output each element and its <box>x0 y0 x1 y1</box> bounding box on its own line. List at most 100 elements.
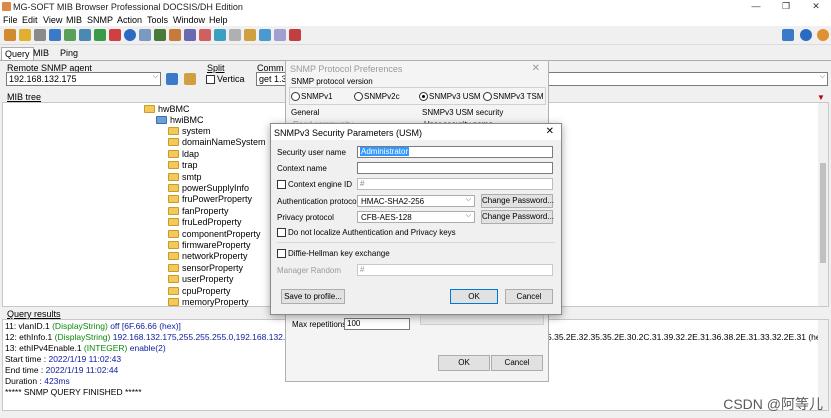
tree-node-userProperty[interactable]: userProperty <box>168 274 234 284</box>
tree-node-cpuProperty[interactable]: cpuProperty <box>168 286 231 296</box>
chart-icon[interactable] <box>154 29 166 41</box>
tree-node-label: firmwareProperty <box>182 240 251 250</box>
refresh-icon[interactable] <box>94 29 106 41</box>
agent-properties-icon[interactable] <box>166 73 178 85</box>
close-icon[interactable]: ✕ <box>546 126 554 137</box>
radio-snmpv3-tsm[interactable] <box>483 92 492 101</box>
menu-tools[interactable]: Tools <box>147 15 168 25</box>
save-icon[interactable] <box>229 29 241 41</box>
tree-node-firmwareProperty[interactable]: firmwareProperty <box>168 240 251 250</box>
trap-icon[interactable] <box>109 29 121 41</box>
tree-node-child[interactable]: hwiBMC <box>156 115 204 125</box>
tree-node-networkProperty[interactable]: networkProperty <box>168 251 248 261</box>
priv-change-password-button[interactable]: Change Password... <box>481 210 554 224</box>
info-icon[interactable] <box>124 29 136 41</box>
window-list-icon[interactable] <box>782 29 794 41</box>
back-icon[interactable] <box>289 29 301 41</box>
save-profile-button[interactable]: Save to profile... <box>281 289 345 304</box>
radio-snmpv1[interactable] <box>291 92 300 101</box>
privacy-protocol-select[interactable]: CFB-AES-128 ⌵ <box>357 211 475 223</box>
tree-node-componentProperty[interactable]: componentProperty <box>168 229 261 239</box>
minimize-button[interactable]: — <box>744 0 768 13</box>
walk-icon[interactable] <box>64 29 76 41</box>
help-icon[interactable] <box>800 29 812 41</box>
table-icon[interactable] <box>139 29 151 41</box>
about-icon[interactable] <box>817 29 829 41</box>
tree-node-ldap[interactable]: ldap <box>168 149 199 159</box>
tab-ping[interactable]: Ping <box>57 47 81 60</box>
tree-node-fruPowerProperty[interactable]: fruPowerProperty <box>168 194 252 204</box>
no-localize-checkbox[interactable] <box>277 228 286 237</box>
tools-icon[interactable] <box>49 29 61 41</box>
notes-icon[interactable] <box>274 29 286 41</box>
auth-protocol-select[interactable]: HMAC-SHA2-256 ⌵ <box>357 195 475 207</box>
tab-mib[interactable]: MIB <box>30 47 52 60</box>
context-engine-label: Context engine ID <box>288 180 353 189</box>
tree-scroll-thumb[interactable] <box>820 163 826 263</box>
diffie-hellman-checkbox[interactable] <box>277 249 286 258</box>
close-button[interactable]: ✕ <box>804 0 828 13</box>
usm-group-label: SNMPv3 USM security <box>422 108 504 117</box>
usm-cancel-button[interactable]: Cancel <box>505 289 553 304</box>
folder-icon <box>168 218 179 227</box>
connect-icon[interactable] <box>4 29 16 41</box>
settings-icon[interactable] <box>244 29 256 41</box>
tree-node-root[interactable]: hwBMC <box>144 104 190 114</box>
tree-node-system[interactable]: system <box>168 126 211 136</box>
menu-action[interactable]: Action <box>117 15 142 25</box>
stop-icon[interactable] <box>34 29 46 41</box>
tree-node-fruLedProperty[interactable]: fruLedProperty <box>168 217 242 227</box>
help-context-icon[interactable] <box>19 29 31 41</box>
globe-icon[interactable] <box>214 29 226 41</box>
usm-ok-button[interactable]: OK <box>450 289 498 304</box>
tree-icon[interactable] <box>79 29 91 41</box>
prefs-cancel-button[interactable]: Cancel <box>491 355 543 371</box>
result-line-key: End time : <box>5 365 46 375</box>
tree-node-powerSupplyInfo[interactable]: powerSupplyInfo <box>168 183 249 193</box>
chevron-down-icon[interactable]: ⌵ <box>820 73 825 81</box>
maximize-button[interactable]: ❐ <box>774 0 798 13</box>
compile-icon[interactable] <box>199 29 211 41</box>
context-engine-field[interactable]: # <box>357 178 553 190</box>
tree-node-trap[interactable]: trap <box>168 160 198 170</box>
remote-agent-combobox[interactable]: 192.168.132.175 ⌵ <box>6 72 161 86</box>
tree-node-domainNameSystem[interactable]: domainNameSystem <box>168 137 266 147</box>
menu-window[interactable]: Window <box>173 15 205 25</box>
menu-view[interactable]: View <box>43 15 62 25</box>
security-user-field[interactable]: Administrator <box>357 146 553 158</box>
auth-change-password-button[interactable]: Change Password... <box>481 194 554 208</box>
folder-icon <box>168 138 179 147</box>
agent-icon[interactable] <box>169 29 181 41</box>
radio-snmpv2c[interactable] <box>354 92 363 101</box>
tree-node-memoryProperty[interactable]: memoryProperty <box>168 297 249 307</box>
menu-snmp[interactable]: SNMP <box>87 15 113 25</box>
menu-help[interactable]: Help <box>209 15 228 25</box>
tree-node-sensorProperty[interactable]: sensorProperty <box>168 263 243 273</box>
monitor-icon[interactable] <box>259 29 271 41</box>
security-user-label: Security user name <box>277 148 346 157</box>
close-icon[interactable]: ✕ <box>532 63 540 74</box>
menu-mib[interactable]: MIB <box>66 15 82 25</box>
radio-snmpv3-usm[interactable] <box>419 92 428 101</box>
export-icon[interactable] <box>184 29 196 41</box>
max-repetitions-field[interactable]: 100 <box>344 318 410 330</box>
chevron-down-icon[interactable]: ⌵ <box>153 73 158 81</box>
agent-discover-icon[interactable] <box>184 73 196 85</box>
tree-node-fanProperty[interactable]: fanProperty <box>168 206 229 216</box>
context-name-field[interactable] <box>357 162 553 174</box>
menu-edit[interactable]: Edit <box>22 15 38 25</box>
tree-node-smtp[interactable]: smtp <box>168 172 202 182</box>
collapse-arrow-icon[interactable]: ▼ <box>817 93 825 102</box>
folder-icon <box>168 252 179 261</box>
result-line: 11: vlanID.1 (DisplayString) off [6F.66.… <box>5 321 181 331</box>
context-engine-checkbox[interactable] <box>277 180 286 189</box>
remote-agent-value: 192.168.132.175 <box>9 74 77 84</box>
manager-random-field[interactable]: # <box>357 264 553 276</box>
radio-snmpv3-tsm-label: SNMPv3 TSM <box>493 92 544 101</box>
prefs-ok-button[interactable]: OK <box>438 355 490 371</box>
menu-file[interactable]: File <box>3 15 18 25</box>
diffie-hellman-label: Diffie-Hellman key exchange <box>288 249 390 258</box>
folder-icon <box>168 172 179 181</box>
vertical-checkbox[interactable] <box>206 75 215 84</box>
tab-query[interactable]: Query <box>1 47 34 60</box>
